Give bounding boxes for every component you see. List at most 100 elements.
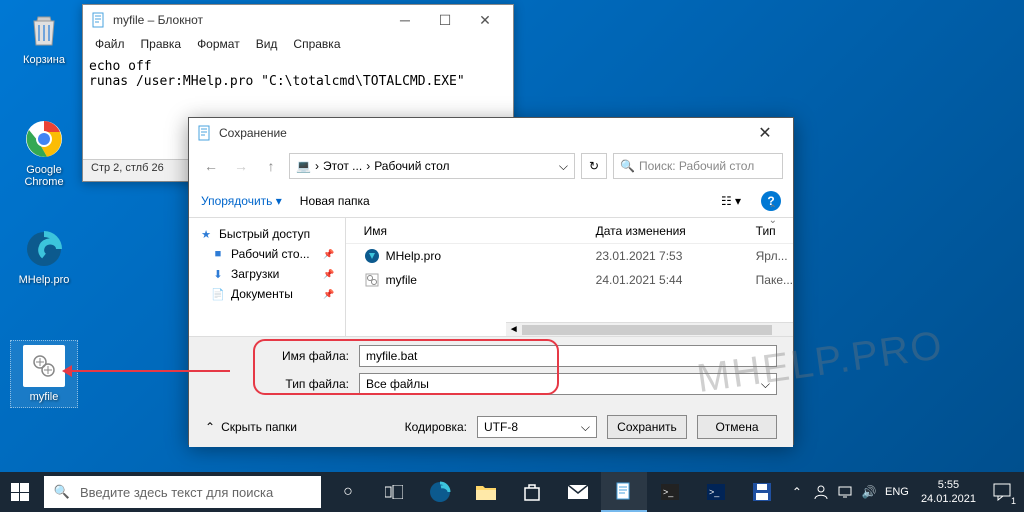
start-button[interactable]	[0, 472, 40, 512]
breadcrumb[interactable]: 💻 › Этот ... › Рабочий стол ⌵	[289, 153, 575, 179]
pin-icon: 📌	[323, 269, 334, 280]
file-list: ⌃⌄ Имя Дата изменения Тип MHelp.pro 23.0…	[346, 218, 793, 336]
tray-language[interactable]: ENG	[881, 472, 913, 512]
desktop-icon-label: myfile	[15, 391, 73, 403]
new-folder-button[interactable]: Новая папка	[300, 194, 370, 208]
sidebar-downloads[interactable]: ⬇ Загрузки 📌	[193, 264, 341, 284]
menu-view[interactable]: Вид	[248, 35, 286, 57]
tray-network-icon[interactable]	[833, 472, 857, 512]
tray-people-icon[interactable]	[809, 472, 833, 512]
pin-icon: 📌	[323, 289, 334, 300]
annotation-arrow-head	[62, 365, 72, 377]
filetype-label: Тип файла:	[269, 377, 349, 391]
notepad-icon	[197, 125, 213, 141]
save-dialog-titlebar[interactable]: Сохранение ✕	[189, 118, 793, 148]
taskbar-explorer[interactable]	[463, 472, 509, 512]
svg-text:>_: >_	[663, 487, 674, 497]
search-icon: 🔍	[620, 159, 635, 173]
save-dialog-footer: ⌃Скрыть папки Кодировка: UTF-8⌵ Сохранит…	[189, 407, 793, 447]
downloads-icon: ⬇	[211, 267, 225, 281]
annotation-arrow	[68, 370, 230, 372]
column-date[interactable]: Дата изменения	[596, 224, 756, 238]
desktop-icon-recycle[interactable]: Корзина	[10, 8, 78, 66]
desktop-icon-label: MHelp.pro	[10, 274, 78, 286]
menu-edit[interactable]: Правка	[133, 35, 190, 57]
sidebar-quick-access[interactable]: ★ Быстрый доступ	[193, 224, 341, 244]
save-dialog-toolbar: Упорядочить ▾ Новая папка ☷ ▾ ?	[189, 184, 793, 218]
nav-up-button[interactable]: ↑	[259, 154, 283, 178]
horizontal-scrollbar[interactable]: ◄	[506, 322, 793, 336]
maximize-button[interactable]: ☐	[425, 6, 465, 34]
refresh-button[interactable]: ↻	[581, 153, 607, 179]
desktop-icon: ■	[211, 247, 225, 261]
documents-icon: 📄	[211, 287, 225, 301]
desktop-icon-label: Google Chrome	[10, 164, 78, 188]
notification-count: 1	[1011, 496, 1016, 506]
menu-format[interactable]: Формат	[189, 35, 248, 57]
save-dialog-fields: Имя файла: Тип файла: Все файлы⌵	[189, 336, 793, 407]
pc-icon: 💻	[296, 159, 311, 173]
desktop-icon-chrome[interactable]: Google Chrome	[10, 118, 78, 188]
close-button[interactable]: ✕	[745, 119, 785, 147]
save-button[interactable]: Сохранить	[607, 415, 687, 439]
windows-logo-icon	[11, 483, 29, 501]
taskbar-mail[interactable]	[555, 472, 601, 512]
chrome-icon	[23, 118, 65, 160]
tray-clock[interactable]: 5:55 24.01.2021	[913, 478, 984, 507]
nav-back-button[interactable]: ←	[199, 154, 223, 178]
minimize-button[interactable]: ─	[385, 6, 425, 34]
breadcrumb-part[interactable]: Рабочий стол	[374, 159, 449, 173]
filename-label: Имя файла:	[269, 349, 349, 363]
chevron-up-icon: ⌃	[205, 420, 215, 434]
taskbar-cmd[interactable]: >_	[647, 472, 693, 512]
cancel-button[interactable]: Отмена	[697, 415, 777, 439]
file-row[interactable]: myfile 24.01.2021 5:44 Паке...	[346, 268, 793, 292]
hide-folders-button[interactable]: ⌃Скрыть папки	[205, 420, 297, 434]
star-icon: ★	[199, 227, 213, 241]
tray-notifications[interactable]: 1	[984, 472, 1020, 512]
taskbar-notepad[interactable]	[601, 472, 647, 512]
notepad-titlebar[interactable]: myfile – Блокнот ─ ☐ ✕	[83, 5, 513, 35]
tray-volume-icon[interactable]: 🔊	[857, 472, 881, 512]
save-dialog: Сохранение ✕ ← → ↑ 💻 › Этот ... › Рабочи…	[188, 117, 794, 445]
menu-help[interactable]: Справка	[285, 35, 348, 57]
taskbar-search[interactable]: 🔍 Введите здесь текст для поиска	[44, 476, 321, 508]
system-tray: ⌃ 🔊 ENG 5:55 24.01.2021 1	[785, 472, 1024, 512]
sidebar-documents[interactable]: 📄 Документы 📌	[193, 284, 341, 304]
recycle-bin-icon	[23, 8, 65, 50]
nav-forward-button[interactable]: →	[229, 154, 253, 178]
notepad-title: myfile – Блокнот	[113, 13, 385, 27]
save-dialog-sidebar: ★ Быстрый доступ ■ Рабочий сто... 📌 ⬇ За…	[189, 218, 346, 336]
tray-chevron-up[interactable]: ⌃	[785, 472, 809, 512]
close-button[interactable]: ✕	[465, 6, 505, 34]
taskbar-powershell[interactable]: >_	[693, 472, 739, 512]
taskbar: 🔍 Введите здесь текст для поиска ○ >_ >_…	[0, 472, 1024, 512]
search-input[interactable]: 🔍 Поиск: Рабочий стол	[613, 153, 783, 179]
view-options-button[interactable]: ☷ ▾	[719, 191, 743, 211]
taskbar-save-icon[interactable]	[739, 472, 785, 512]
column-name[interactable]: Имя	[346, 224, 596, 238]
column-scroll[interactable]: ⌃⌄	[769, 204, 777, 226]
batch-file-icon	[23, 345, 65, 387]
cursor-position: Стр 2, стлб 26	[91, 162, 164, 174]
save-dialog-title: Сохранение	[219, 126, 745, 140]
desktop-icon-mhelp[interactable]: MHelp.pro	[10, 228, 78, 286]
sidebar-desktop[interactable]: ■ Рабочий сто... 📌	[193, 244, 341, 264]
filename-input[interactable]	[359, 345, 777, 367]
shortcut-icon	[364, 248, 380, 264]
file-row[interactable]: MHelp.pro 23.01.2021 7:53 Ярл...	[346, 244, 793, 268]
filetype-select[interactable]: Все файлы⌵	[359, 373, 777, 395]
desktop-icon-label: Корзина	[10, 54, 78, 66]
notepad-content[interactable]: echo off runas /user:MHelp.pro "C:\total…	[83, 57, 513, 91]
notepad-icon	[91, 12, 107, 28]
task-view-button[interactable]	[371, 472, 417, 512]
taskbar-store[interactable]	[509, 472, 555, 512]
organize-button[interactable]: Упорядочить ▾	[201, 194, 282, 208]
menu-file[interactable]: Файл	[87, 35, 133, 57]
breadcrumb-part[interactable]: Этот ...	[323, 159, 362, 173]
taskbar-edge[interactable]	[417, 472, 463, 512]
cortana-button[interactable]: ○	[325, 472, 371, 512]
encoding-label: Кодировка:	[405, 420, 467, 434]
search-icon: 🔍	[54, 484, 70, 500]
encoding-select[interactable]: UTF-8⌵	[477, 416, 597, 438]
